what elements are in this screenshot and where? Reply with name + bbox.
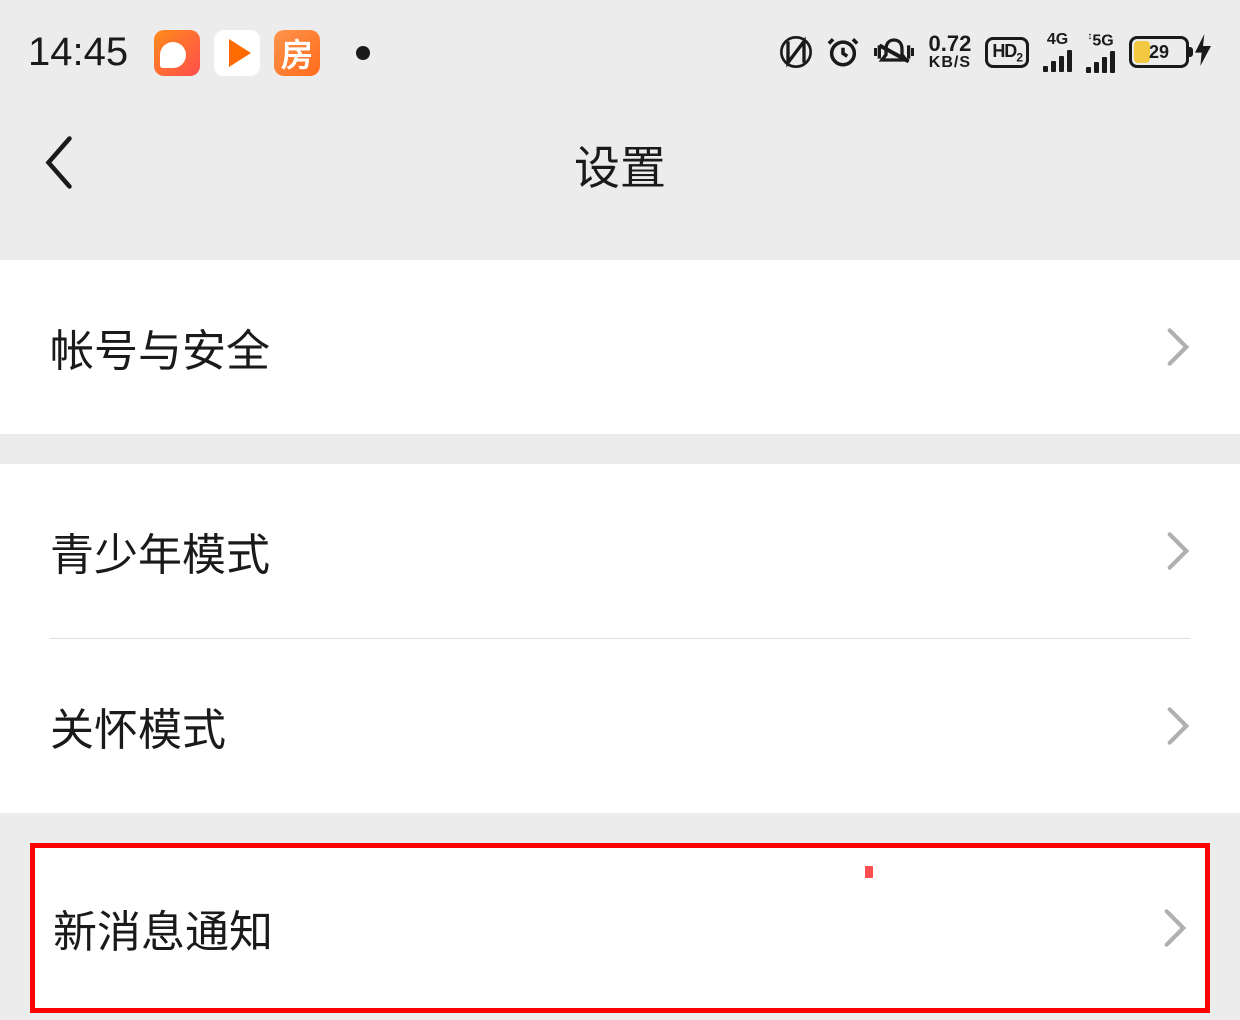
signal-4g: 4G: [1043, 32, 1072, 72]
signal-4g-label: 4G: [1047, 32, 1068, 48]
alarm-icon: [826, 35, 860, 69]
fang-app-icon: 房: [274, 30, 320, 76]
chevron-right-icon: [1166, 706, 1190, 746]
signal-bars-icon: [1086, 51, 1115, 73]
row-teen-mode[interactable]: 青少年模式: [0, 464, 1240, 638]
speed-value: 0.72: [928, 33, 971, 55]
weibo-app-icon: [154, 30, 200, 76]
status-left: 14:45 房: [28, 30, 370, 76]
row-label: 青少年模式: [50, 519, 270, 583]
signal-5g-label: ↕5G: [1087, 32, 1113, 49]
signal-bars-icon: [1043, 50, 1072, 72]
status-bar: 14:45 房 0.72 K: [0, 0, 1240, 105]
chevron-right-icon: [1166, 327, 1190, 367]
network-speed: 0.72 KB/S: [928, 33, 971, 71]
vibrate-icon: [874, 35, 914, 69]
chevron-right-icon: [1163, 908, 1187, 948]
settings-list: 帐号与安全 青少年模式 关怀模式 新消息通知: [0, 225, 1240, 1013]
row-label: 帐号与安全: [50, 315, 270, 379]
charging-icon: [1194, 34, 1212, 71]
signal-5g: ↕5G: [1086, 32, 1115, 73]
hd-badge-icon: HD2: [985, 37, 1029, 69]
nfc-icon: [780, 36, 812, 68]
red-dot-icon: [865, 866, 873, 878]
row-new-message-notify[interactable]: 新消息通知: [35, 848, 1205, 1008]
nav-header: 设置: [0, 105, 1240, 225]
section-highlighted: 新消息通知: [30, 843, 1210, 1013]
row-account-security[interactable]: 帐号与安全: [0, 260, 1240, 434]
section-account: 帐号与安全: [0, 260, 1240, 434]
battery-percent: 29: [1149, 42, 1169, 63]
notification-dot-icon: [356, 46, 370, 60]
status-time: 14:45: [28, 30, 128, 75]
section-modes: 青少年模式 关怀模式: [0, 464, 1240, 813]
battery-indicator: 29: [1129, 34, 1212, 71]
status-right: 0.72 KB/S HD2 4G ↕5G 29: [780, 32, 1212, 73]
video-app-icon: [214, 30, 260, 76]
speed-unit: KB/S: [929, 55, 971, 71]
row-label: 关怀模式: [50, 694, 226, 758]
chevron-right-icon: [1166, 531, 1190, 571]
row-care-mode[interactable]: 关怀模式: [0, 639, 1240, 813]
back-button[interactable]: [42, 136, 76, 195]
battery-fill: [1134, 41, 1150, 63]
page-title: 设置: [574, 132, 666, 198]
row-label: 新消息通知: [53, 896, 273, 960]
